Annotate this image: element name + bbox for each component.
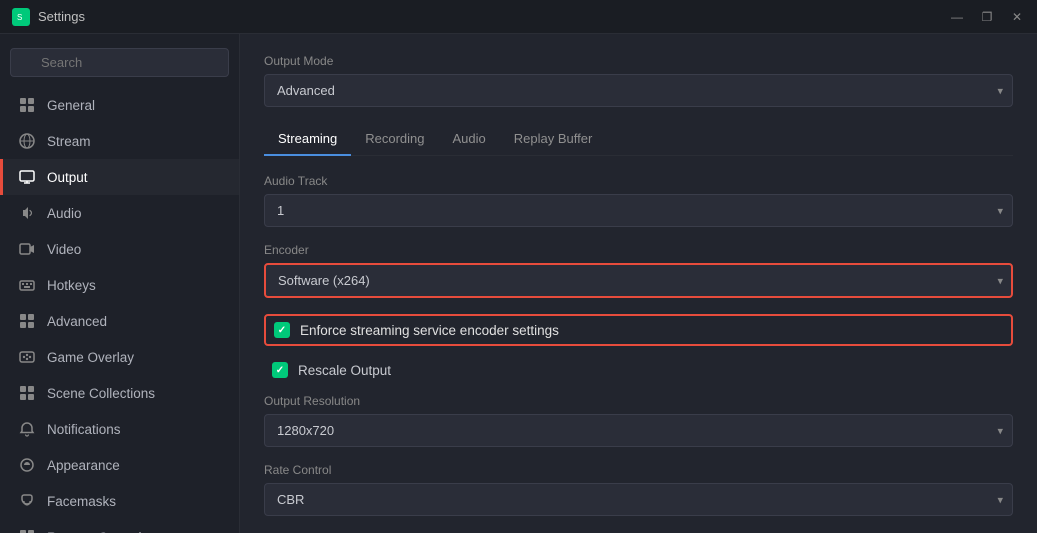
output-mode-dropdown[interactable]: Advanced bbox=[264, 74, 1013, 107]
audio-track-group: Audio Track 1 ▾ bbox=[264, 174, 1013, 227]
sidebar-item-notifications[interactable]: Notifications bbox=[0, 411, 239, 447]
sidebar-item-label: Stream bbox=[47, 134, 91, 149]
enforce-encoder-label: Enforce streaming service encoder settin… bbox=[300, 323, 559, 338]
search-wrap: 🔍 bbox=[0, 42, 239, 87]
rate-control-dropdown[interactable]: CBR bbox=[264, 483, 1013, 516]
audio-icon bbox=[17, 203, 37, 223]
audio-track-dropdown[interactable]: 1 bbox=[264, 194, 1013, 227]
sidebar-item-hotkeys[interactable]: Hotkeys bbox=[0, 267, 239, 303]
checkmark-icon: ✓ bbox=[278, 325, 286, 336]
output-mode-dropdown-wrap: Advanced ▾ bbox=[264, 74, 1013, 107]
encoder-dropdown[interactable]: Software (x264) bbox=[264, 263, 1013, 298]
sidebar-item-advanced[interactable]: Advanced bbox=[0, 303, 239, 339]
tab-recording[interactable]: Recording bbox=[351, 123, 438, 156]
sidebar-item-appearance[interactable]: Appearance bbox=[0, 447, 239, 483]
maximize-button[interactable]: ❐ bbox=[979, 10, 995, 24]
facemasks-icon bbox=[17, 491, 37, 511]
sidebar: 🔍 General bbox=[0, 34, 240, 533]
svg-text:S: S bbox=[17, 13, 22, 22]
output-icon bbox=[17, 167, 37, 187]
minimize-button[interactable]: — bbox=[949, 10, 965, 24]
output-resolution-dropdown[interactable]: 1280x720 bbox=[264, 414, 1013, 447]
output-resolution-dropdown-wrap: 1280x720 ▾ bbox=[264, 414, 1013, 447]
sidebar-item-remote-control[interactable]: Remote Control bbox=[0, 519, 239, 533]
sidebar-item-scene-collections[interactable]: Scene Collections bbox=[0, 375, 239, 411]
output-resolution-label: Output Resolution bbox=[264, 394, 1013, 408]
video-icon bbox=[17, 239, 37, 259]
sidebar-item-label: Hotkeys bbox=[47, 278, 96, 293]
content-area: Output Mode Advanced ▾ Streaming Recordi… bbox=[240, 34, 1037, 533]
sidebar-item-label: Audio bbox=[47, 206, 82, 221]
general-icon bbox=[17, 95, 37, 115]
audio-track-label: Audio Track bbox=[264, 174, 1013, 188]
window-title: Settings bbox=[38, 9, 949, 24]
rate-control-label: Rate Control bbox=[264, 463, 1013, 477]
titlebar: S Settings — ❐ ✕ bbox=[0, 0, 1037, 34]
enforce-encoder-checkbox[interactable]: ✓ bbox=[274, 322, 290, 338]
encoder-label: Encoder bbox=[264, 243, 1013, 257]
sidebar-item-label: Appearance bbox=[47, 458, 120, 473]
sidebar-item-label: Video bbox=[47, 242, 81, 257]
rate-control-group: Rate Control CBR ▾ bbox=[264, 463, 1013, 516]
sidebar-item-audio[interactable]: Audio bbox=[0, 195, 239, 231]
sidebar-item-game-overlay[interactable]: Game Overlay bbox=[0, 339, 239, 375]
sidebar-item-video[interactable]: Video bbox=[0, 231, 239, 267]
tab-replay-buffer[interactable]: Replay Buffer bbox=[500, 123, 607, 156]
sidebar-item-output[interactable]: Output bbox=[0, 159, 239, 195]
close-button[interactable]: ✕ bbox=[1009, 10, 1025, 24]
sidebar-item-label: Game Overlay bbox=[47, 350, 134, 365]
app-icon: S bbox=[12, 8, 30, 26]
enforce-encoder-row[interactable]: ✓ Enforce streaming service encoder sett… bbox=[264, 314, 1013, 346]
remote-control-icon bbox=[17, 527, 37, 533]
encoder-group: Encoder Software (x264) ▾ bbox=[264, 243, 1013, 298]
hotkeys-icon bbox=[17, 275, 37, 295]
main-layout: 🔍 General bbox=[0, 34, 1037, 533]
sidebar-item-label: Facemasks bbox=[47, 494, 116, 509]
sidebar-item-label: Remote Control bbox=[47, 530, 142, 533]
output-resolution-group: Output Resolution 1280x720 ▾ bbox=[264, 394, 1013, 447]
sidebar-item-facemasks[interactable]: Facemasks bbox=[0, 483, 239, 519]
tab-streaming[interactable]: Streaming bbox=[264, 123, 351, 156]
notifications-icon bbox=[17, 419, 37, 439]
window-controls: — ❐ ✕ bbox=[949, 10, 1025, 24]
advanced-icon bbox=[17, 311, 37, 331]
sidebar-item-general[interactable]: General bbox=[0, 87, 239, 123]
encoder-dropdown-wrap: Software (x264) ▾ bbox=[264, 263, 1013, 298]
sidebar-item-label: Output bbox=[47, 170, 88, 185]
search-input[interactable] bbox=[10, 48, 229, 77]
tab-audio[interactable]: Audio bbox=[439, 123, 500, 156]
checkmark-icon: ✓ bbox=[276, 365, 284, 376]
rate-control-dropdown-wrap: CBR ▾ bbox=[264, 483, 1013, 516]
game-overlay-icon bbox=[17, 347, 37, 367]
output-mode-label: Output Mode bbox=[264, 54, 1013, 68]
rescale-output-label: Rescale Output bbox=[298, 363, 391, 378]
rescale-output-row[interactable]: ✓ Rescale Output bbox=[264, 356, 1013, 384]
sidebar-item-label: Notifications bbox=[47, 422, 121, 437]
audio-track-dropdown-wrap: 1 ▾ bbox=[264, 194, 1013, 227]
sidebar-item-label: Scene Collections bbox=[47, 386, 155, 401]
sidebar-item-label: Advanced bbox=[47, 314, 107, 329]
search-container: 🔍 bbox=[10, 48, 229, 77]
output-tabs: Streaming Recording Audio Replay Buffer bbox=[264, 123, 1013, 156]
output-mode-group: Output Mode Advanced ▾ bbox=[264, 54, 1013, 107]
stream-icon bbox=[17, 131, 37, 151]
sidebar-item-stream[interactable]: Stream bbox=[0, 123, 239, 159]
rescale-output-checkbox[interactable]: ✓ bbox=[272, 362, 288, 378]
scene-collections-icon bbox=[17, 383, 37, 403]
appearance-icon bbox=[17, 455, 37, 475]
sidebar-item-label: General bbox=[47, 98, 95, 113]
